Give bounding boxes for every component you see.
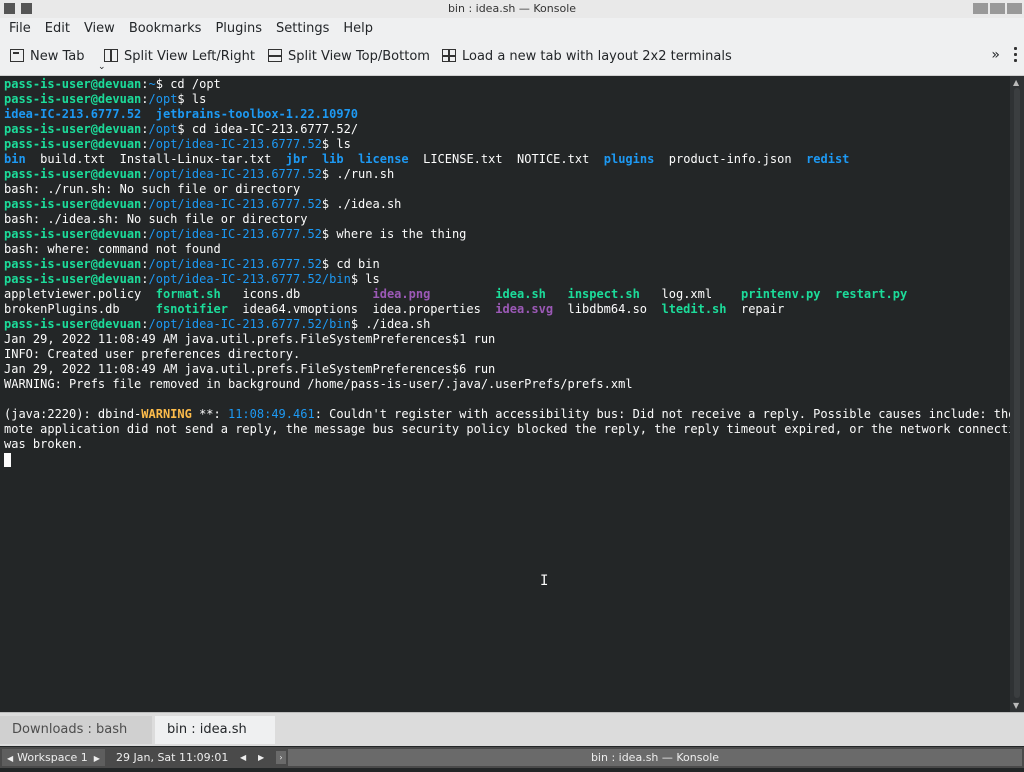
terminal-line: pass-is-user@devuan:/opt/idea-IC-213.677…	[4, 317, 431, 331]
menu-bookmarks[interactable]: Bookmarks	[122, 18, 209, 39]
terminal-line: appletviewer.policy format.sh icons.db i…	[4, 287, 908, 301]
new-tab-button[interactable]: New Tab ⌄	[10, 47, 106, 72]
desktop-panel: ◀ Workspace 1 ▶ 29 Jan, Sat 11:09:01 ◀ ▶ ›…	[0, 747, 1024, 768]
load-layout-button[interactable]: Load a new tab with layout 2x2 terminals	[442, 47, 732, 67]
arrow-right-icon[interactable]: ▶	[94, 754, 100, 763]
terminal-line: pass-is-user@devuan:/opt$ ls	[4, 92, 207, 106]
tab-bin-idea-sh[interactable]: bin : idea.sh✕	[155, 716, 275, 766]
toolbar-overflow-button[interactable]: »	[991, 47, 1000, 63]
split-top-bottom-icon	[268, 49, 282, 62]
terminal-line: brokenPlugins.db fsnotifier idea64.vmopt…	[4, 302, 785, 316]
mouse-ibeam-icon: I	[540, 573, 549, 589]
task-chevron-icon[interactable]: ›	[276, 751, 286, 764]
split-left-right-icon	[104, 49, 118, 62]
split-top-bottom-button[interactable]: Split View Top/Bottom	[268, 47, 430, 67]
menu-plugins[interactable]: Plugins	[208, 18, 269, 39]
terminal-line: pass-is-user@devuan:/opt/idea-IC-213.677…	[4, 137, 351, 151]
terminal-line: pass-is-user@devuan:/opt/idea-IC-213.677…	[4, 197, 402, 211]
terminal-line: bash: ./run.sh: No such file or director…	[4, 182, 301, 196]
minimize-button[interactable]	[973, 3, 988, 14]
maximize-button[interactable]	[990, 3, 1005, 14]
terminal-line: bash: ./idea.sh: No such file or directo…	[4, 212, 308, 226]
tab-bar: Downloads : bash✕ bin : idea.sh✕	[0, 712, 1024, 766]
menu-help[interactable]: Help	[336, 18, 380, 39]
toolbar: New Tab ⌄ Split View Left/Right Split Vi…	[0, 39, 1024, 76]
terminal-line: idea-IC-213.6777.52 jetbrains-toolbox-1.…	[4, 107, 359, 121]
menu-view[interactable]: View	[77, 18, 122, 39]
prev-window-icon[interactable]: ◀	[240, 749, 246, 766]
tab-downloads-bash[interactable]: Downloads : bash✕	[0, 716, 152, 766]
close-button[interactable]	[1007, 3, 1022, 14]
tab-label: Downloads : bash	[12, 722, 128, 737]
title-bar: bin : idea.sh — Konsole	[0, 0, 1024, 19]
terminal-line: Jan 29, 2022 11:08:49 AM java.util.prefs…	[4, 332, 496, 346]
terminal-line: pass-is-user@devuan:/opt/idea-IC-213.677…	[4, 167, 395, 181]
split-left-right-button[interactable]: Split View Left/Right	[104, 47, 255, 67]
scrollbar-thumb[interactable]	[1014, 88, 1020, 698]
workspace-switcher[interactable]: ◀ Workspace 1 ▶	[2, 749, 105, 766]
scroll-down-icon[interactable]: ▼	[1013, 701, 1019, 710]
grid-layout-icon	[442, 49, 456, 62]
menu-settings[interactable]: Settings	[269, 18, 336, 39]
terminal-line: pass-is-user@devuan:/opt/idea-IC-213.677…	[4, 227, 467, 241]
terminal-line: pass-is-user@devuan:/opt/idea-IC-213.677…	[4, 272, 380, 286]
split-left-right-label: Split View Left/Right	[124, 49, 256, 64]
scroll-up-icon[interactable]: ▲	[1013, 78, 1019, 87]
arrow-left-icon[interactable]: ◀	[7, 754, 13, 763]
menu-edit[interactable]: Edit	[38, 18, 77, 39]
terminal-line: mote application did not send a reply, t…	[4, 422, 1024, 436]
clock: 29 Jan, Sat 11:09:01	[116, 751, 229, 764]
next-window-icon[interactable]: ▶	[258, 749, 264, 766]
terminal-view[interactable]: pass-is-user@devuan:~$ cd /opt pass-is-u…	[0, 76, 1024, 712]
menu-file[interactable]: File	[0, 18, 38, 39]
new-tab-icon	[10, 49, 24, 62]
load-layout-label: Load a new tab with layout 2x2 terminals	[462, 49, 732, 64]
terminal-line: pass-is-user@devuan:/opt/idea-IC-213.677…	[4, 257, 380, 271]
split-top-bottom-label: Split View Top/Bottom	[288, 49, 430, 64]
text-cursor	[4, 453, 11, 467]
terminal-line: bin build.txt Install-Linux-tar.txt jbr …	[4, 152, 850, 166]
tab-label: bin : idea.sh	[167, 722, 247, 737]
terminal-line: WARNING: Prefs file removed in backgroun…	[4, 377, 633, 391]
window-title: bin : idea.sh — Konsole	[447, 2, 577, 15]
menu-bar: File Edit View Bookmarks Plugins Settings Help	[0, 18, 1024, 39]
workspace-label: Workspace 1	[17, 751, 88, 764]
kebab-menu-icon[interactable]	[1014, 47, 1018, 65]
terminal-scrollbar[interactable]: ▲ ▼	[1010, 76, 1024, 712]
terminal-line: pass-is-user@devuan:/opt$ cd idea-IC-213…	[4, 122, 359, 136]
new-tab-label: New Tab	[30, 49, 85, 64]
terminal-line: INFO: Created user preferences directory…	[4, 347, 301, 361]
terminal-line: Jan 29, 2022 11:08:49 AM java.util.prefs…	[4, 362, 496, 376]
taskbar-item-konsole[interactable]: bin : idea.sh — Konsole	[288, 749, 1022, 766]
terminal-line: bash: where: command not found	[4, 242, 221, 256]
terminal-line: (java:2220): dbind-WARNING **: 11:08:49.…	[4, 407, 1024, 421]
terminal-line: was broken.	[4, 437, 84, 451]
terminal-line: pass-is-user@devuan:~$ cd /opt	[4, 77, 221, 91]
